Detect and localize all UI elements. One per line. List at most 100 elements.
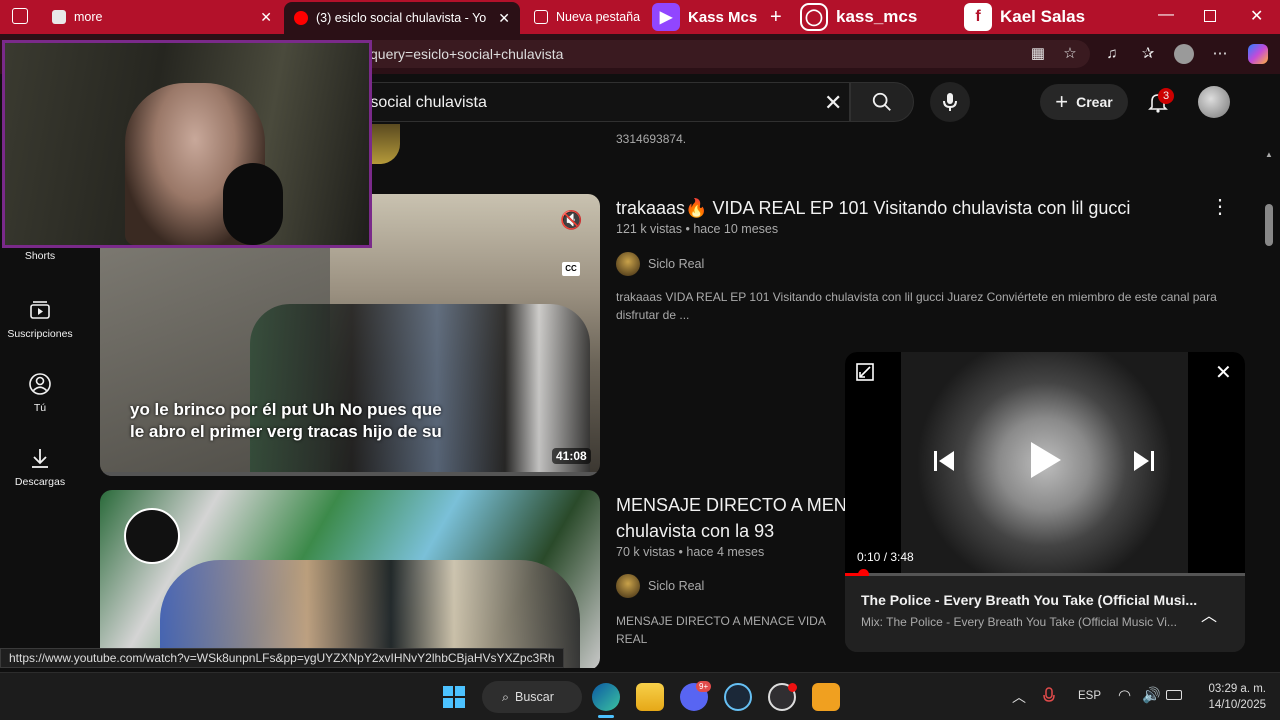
tab-title: more	[74, 10, 103, 24]
expand-icon[interactable]	[855, 362, 875, 382]
tab-new[interactable]: Nueva pestaña	[524, 4, 654, 30]
twitch-overlay: ▶ Kass Mcs	[652, 3, 757, 31]
favorite-star-icon[interactable]: ☆	[1060, 44, 1080, 64]
clock[interactable]: 03:29 a. m. 14/10/2025	[1194, 681, 1266, 713]
search-icon	[872, 92, 891, 111]
sidebar-item-subscriptions[interactable]: Suscripciones	[0, 298, 80, 340]
miniplayer-video[interactable]: ✕ 0:10 / 3:48	[845, 352, 1245, 580]
webcam-overlay	[2, 40, 372, 248]
status-url: https://www.youtube.com/watch?v=WSk8unpn…	[0, 648, 564, 668]
chevron-up-icon[interactable]: ︿	[1201, 602, 1217, 626]
channel-avatar	[616, 252, 640, 276]
taskbar-search-label: Buscar	[515, 690, 554, 704]
account-avatar[interactable]	[1198, 86, 1230, 118]
channel-link[interactable]: Siclo Real	[616, 574, 704, 598]
sidebar-label: Suscripciones	[7, 328, 73, 340]
video-title[interactable]: trakaaas🔥 VIDA REAL EP 101 Visitando chu…	[616, 195, 1130, 221]
media-player-icon[interactable]	[812, 683, 840, 711]
profile-avatar[interactable]	[1174, 44, 1194, 64]
close-tab-icon[interactable]: ✕	[260, 9, 272, 26]
caption-line-2: le abro el primer verg tracas hijo de su	[130, 422, 442, 441]
video-meta: 121 k vistas • hace 10 meses	[616, 222, 779, 236]
close-miniplayer-icon[interactable]: ✕	[1215, 360, 1232, 385]
search-button[interactable]	[850, 82, 914, 122]
you-icon	[29, 373, 51, 395]
clock-time: 03:29 a. m.	[1208, 683, 1266, 695]
tab-more[interactable]: more ✕	[42, 4, 282, 30]
apps-icon[interactable]: ▦	[1028, 44, 1048, 64]
microphone-tray-icon[interactable]	[1042, 687, 1056, 705]
windows-start-icon[interactable]	[442, 685, 466, 709]
close-tab-icon[interactable]: ✕	[498, 10, 510, 27]
next-track-icon[interactable]	[1131, 448, 1157, 474]
show-hidden-icons-icon[interactable]: ︿	[1012, 687, 1026, 707]
channel-link[interactable]: Siclo Real	[616, 252, 704, 276]
mute-icon[interactable]: 🔇	[560, 210, 582, 231]
search-input[interactable]: o social chulavista	[300, 82, 850, 122]
sidebar-item-you[interactable]: Tú	[0, 372, 80, 414]
sidebar-item-downloads[interactable]: Descargas	[0, 446, 80, 488]
facebook-overlay: f Kael Salas	[964, 3, 1085, 31]
edge-icon[interactable]	[592, 683, 620, 711]
previous-channel-logo	[370, 124, 400, 164]
miniplayer-title[interactable]: The Police - Every Breath You Take (Offi…	[861, 592, 1197, 608]
tab-actions-icon[interactable]	[12, 8, 28, 24]
play-icon[interactable]	[1027, 440, 1063, 480]
video-title[interactable]: MENSAJE DIRECTO A MENA chulavista con la…	[616, 492, 859, 544]
miniplayer[interactable]: ✕ 0:10 / 3:48 The Police - Every Breath …	[845, 352, 1245, 652]
twitch-icon: ▶	[652, 3, 680, 31]
instagram-name: kass_mcs	[836, 7, 918, 26]
language-indicator[interactable]: ESP	[1078, 690, 1101, 702]
sidebar-item-shorts[interactable]: Shorts	[0, 250, 80, 262]
microphone-icon	[943, 93, 957, 111]
webcam-microphone	[223, 163, 283, 245]
taskbar-search[interactable]: ⌕ Buscar	[482, 681, 582, 713]
active-app-indicator	[598, 715, 614, 718]
wifi-icon[interactable]: ◠	[1118, 686, 1131, 704]
thumbnail-logo	[124, 508, 180, 564]
minimize-icon[interactable]: —	[1158, 6, 1174, 24]
facebook-icon: f	[964, 3, 992, 31]
video-title-line-2: chulavista con la 93	[616, 521, 775, 541]
tab-title: Nueva pestaña	[556, 10, 641, 24]
battery-icon[interactable]	[1166, 690, 1182, 700]
miniplayer-time: 0:10 / 3:48	[857, 550, 914, 564]
copilot-icon[interactable]	[1248, 44, 1268, 64]
scroll-up-icon[interactable]: ▲	[1265, 150, 1273, 159]
file-explorer-icon[interactable]	[636, 683, 664, 711]
miniplayer-subtitle: Mix: The Police - Every Breath You Take …	[861, 615, 1177, 629]
plus-icon: +	[1055, 89, 1069, 114]
media-icon[interactable]: ♫	[1102, 44, 1122, 64]
recording-dot-icon	[788, 683, 797, 692]
closed-captions-icon[interactable]: CC	[562, 262, 580, 276]
tab-youtube[interactable]: (3) esiclo social chulavista - YouTu ✕	[284, 2, 520, 34]
channel-name: Siclo Real	[648, 579, 705, 593]
twitch-name: Kass Mcs	[688, 8, 758, 26]
duration-badge: 41:08	[552, 448, 591, 464]
url-field[interactable]: query=esiclo+social+chulavista	[300, 40, 1090, 68]
clear-search-icon[interactable]: ✕	[824, 90, 842, 116]
new-tab-icon[interactable]: +	[770, 6, 782, 29]
voice-search-button[interactable]	[930, 82, 970, 122]
sidebar-label: Shorts	[24, 250, 56, 262]
tab-favicon-icon	[52, 10, 66, 24]
scrollbar[interactable]: ▲ ▼	[1262, 148, 1276, 668]
create-button[interactable]: + Crear	[1040, 84, 1128, 120]
video-thumbnail[interactable]	[100, 490, 600, 668]
new-tab-favicon-icon	[534, 10, 548, 24]
volume-icon[interactable]: 🔊	[1142, 686, 1161, 704]
instagram-icon: ◯	[800, 3, 828, 31]
video-options-icon[interactable]: ⋮	[1210, 194, 1230, 219]
previous-track-icon[interactable]	[931, 448, 957, 474]
steam-icon[interactable]	[724, 683, 752, 711]
scrollbar-thumb[interactable]	[1265, 204, 1273, 246]
clock-date: 14/10/2025	[1208, 699, 1266, 711]
favorites-icon[interactable]: ✰	[1138, 44, 1158, 64]
tab-bar: more ✕ (3) esiclo social chulavista - Yo…	[0, 0, 1280, 34]
subscriptions-icon	[30, 301, 50, 319]
miniplayer-info: The Police - Every Breath You Take (Offi…	[845, 576, 1245, 652]
video-meta: 70 k vistas • hace 4 meses	[616, 545, 765, 559]
close-window-icon[interactable]: ✕	[1250, 6, 1263, 26]
more-menu-icon[interactable]: ⋯	[1210, 44, 1230, 64]
restore-icon[interactable]	[1204, 10, 1216, 22]
